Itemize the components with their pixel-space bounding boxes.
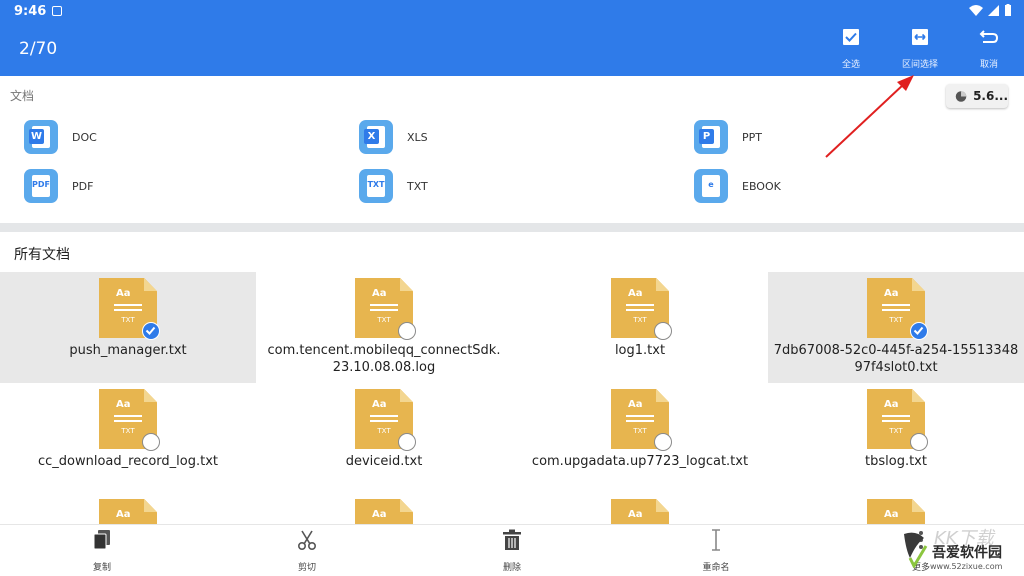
category-ebook-label: EBOOK bbox=[742, 179, 781, 193]
pie-chart-icon bbox=[955, 90, 967, 102]
file-name-line2: 97f4slot0.txt bbox=[854, 360, 938, 375]
file-name: push_manager.txt bbox=[69, 343, 187, 358]
ebook-file-icon: e bbox=[694, 169, 728, 203]
cut-label: 剪切 bbox=[297, 563, 316, 573]
range-select-icon bbox=[912, 29, 928, 45]
selection-checkbox[interactable] bbox=[910, 433, 928, 451]
category-ppt-label: PPT bbox=[742, 130, 762, 144]
range-select-button[interactable]: 区间选择 bbox=[885, 28, 955, 72]
txt-document-icon: Aa bbox=[355, 499, 413, 524]
status-time: 9:46 bbox=[14, 4, 47, 19]
category-pdf-label: PDF bbox=[72, 179, 94, 193]
txt-document-icon: Aa bbox=[867, 499, 925, 524]
category-txt[interactable]: TXT TXT bbox=[359, 169, 428, 203]
file-item[interactable]: Aa bbox=[768, 494, 1024, 524]
battery-icon bbox=[1005, 4, 1011, 16]
wifi-icon bbox=[969, 4, 983, 16]
category-xls-label: XLS bbox=[407, 130, 428, 144]
rename-cursor-icon bbox=[712, 529, 720, 551]
watermark-logo bbox=[904, 532, 928, 568]
file-name: log1.txt bbox=[614, 343, 666, 358]
selection-checkbox[interactable] bbox=[398, 322, 416, 340]
pdf-file-icon: PDF bbox=[24, 169, 58, 203]
check-icon bbox=[145, 326, 156, 335]
file-name: 7db67008-52c0-445f-a254-15513348 bbox=[773, 343, 1019, 358]
range-select-label: 区间选择 bbox=[901, 60, 938, 70]
file-grid: Aa TXT push_manager.txt Aa TXT com.tencent… bbox=[0, 272, 1024, 524]
file-item[interactable]: Aa bbox=[0, 494, 256, 524]
storage-value: 5.6... bbox=[973, 89, 1008, 103]
category-txt-label: TXT bbox=[407, 179, 428, 193]
file-item[interactable]: Aa TXT com.upgadata.up7723_logcat.txt bbox=[512, 383, 768, 493]
status-icons bbox=[969, 4, 1012, 16]
file-item[interactable]: Aa TXT 7db67008-52c0-445f-a254-15513348 9… bbox=[768, 272, 1024, 383]
selection-checkbox[interactable] bbox=[142, 322, 160, 340]
file-item[interactable]: Aa bbox=[256, 494, 512, 524]
copy-label: 复制 bbox=[92, 563, 111, 573]
powerpoint-ppt-icon: P bbox=[694, 120, 728, 154]
file-name: com.upgadata.up7723_logcat.txt bbox=[531, 454, 749, 469]
txt-file-icon: TXT bbox=[359, 169, 393, 203]
delete-label: 删除 bbox=[502, 563, 521, 573]
file-name: deviceid.txt bbox=[345, 454, 423, 469]
cancel-button[interactable]: 取消 bbox=[954, 28, 1024, 72]
rename-label: 重命名 bbox=[702, 563, 730, 573]
txt-document-icon: Aa bbox=[611, 499, 669, 524]
app-bar: 9:46 2/70 全选 区间选择 取消 bbox=[0, 0, 1024, 76]
category-doc-label: DOC bbox=[72, 130, 97, 144]
category-pdf[interactable]: PDF PDF bbox=[24, 169, 93, 203]
selection-checkbox[interactable] bbox=[654, 322, 672, 340]
selection-count: 2/70 bbox=[19, 39, 58, 59]
select-all-label: 全选 bbox=[841, 60, 860, 70]
signal-icon bbox=[988, 4, 999, 16]
file-item[interactable]: Aa TXT tbslog.txt bbox=[768, 383, 1024, 493]
undo-icon bbox=[979, 30, 999, 43]
delete-button[interactable]: 删除 bbox=[477, 529, 547, 574]
scissors-icon bbox=[297, 530, 317, 551]
notification-icon bbox=[52, 6, 62, 16]
selection-checkbox[interactable] bbox=[398, 433, 416, 451]
documents-section-title: 文档 bbox=[10, 89, 35, 103]
excel-xls-icon: X bbox=[359, 120, 393, 154]
file-item[interactable]: Aa bbox=[512, 494, 768, 524]
txt-document-icon: Aa bbox=[99, 499, 157, 524]
selection-checkbox[interactable] bbox=[910, 322, 928, 340]
watermark-text: 吾爱软件园 bbox=[932, 545, 1002, 561]
file-name: cc_download_record_log.txt bbox=[37, 454, 219, 469]
file-item[interactable]: Aa TXT deviceid.txt bbox=[256, 383, 512, 493]
category-doc[interactable]: W DOC bbox=[24, 120, 97, 154]
selection-checkbox[interactable] bbox=[142, 433, 160, 451]
watermark: KK下载 吾爱软件园 www.52zixue.com bbox=[900, 526, 1020, 572]
trash-icon bbox=[503, 529, 521, 550]
file-item[interactable]: Aa TXT push_manager.txt bbox=[0, 272, 256, 383]
bottom-action-bar: 复制 剪切 删除 重命名 更多 bbox=[0, 524, 1024, 576]
storage-chip[interactable]: 5.6... bbox=[946, 84, 1008, 108]
word-doc-icon: W bbox=[24, 120, 58, 154]
copy-icon bbox=[93, 530, 110, 550]
category-ppt[interactable]: P PPT bbox=[694, 120, 762, 154]
check-icon bbox=[913, 326, 924, 335]
rename-button[interactable]: 重命名 bbox=[681, 529, 751, 574]
watermark-url: www.52zixue.com bbox=[930, 562, 1003, 571]
selection-checkbox[interactable] bbox=[654, 433, 672, 451]
all-documents-title: 所有文档 bbox=[14, 247, 70, 263]
file-name-line2: 23.10.08.08.log bbox=[332, 360, 436, 375]
category-xls[interactable]: X XLS bbox=[359, 120, 428, 154]
file-name: tbslog.txt bbox=[865, 454, 927, 469]
file-name: com.tencent.mobileqq_connectSdk. bbox=[267, 343, 501, 358]
cancel-label: 取消 bbox=[979, 60, 998, 70]
cut-button[interactable]: 剪切 bbox=[272, 529, 342, 574]
file-item[interactable]: Aa TXT cc_download_record_log.txt bbox=[0, 383, 256, 493]
file-item[interactable]: Aa TXT log1.txt bbox=[512, 272, 768, 383]
section-divider bbox=[0, 223, 1024, 232]
copy-button[interactable]: 复制 bbox=[67, 529, 137, 574]
category-ebook[interactable]: e EBOOK bbox=[694, 169, 781, 203]
select-all-button[interactable]: 全选 bbox=[816, 28, 886, 72]
select-all-icon bbox=[843, 29, 859, 45]
file-item[interactable]: Aa TXT com.tencent.mobileqq_connectSdk. 2… bbox=[256, 272, 512, 383]
